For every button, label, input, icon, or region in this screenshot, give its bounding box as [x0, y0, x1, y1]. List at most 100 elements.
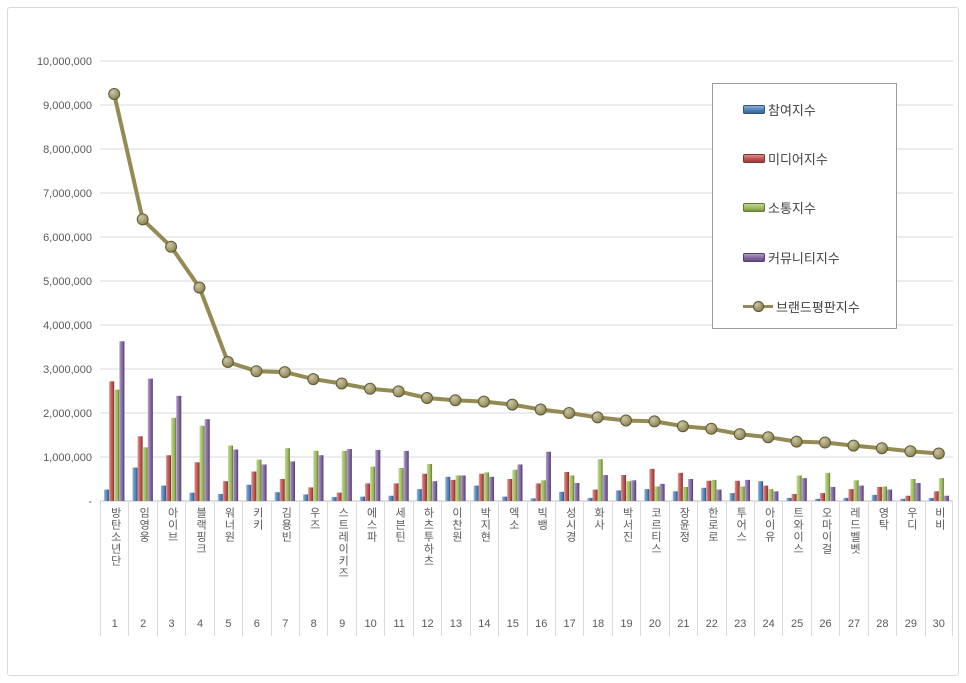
bar	[512, 470, 517, 501]
line-marker	[393, 386, 404, 397]
line-marker	[109, 89, 120, 100]
bar	[541, 480, 546, 501]
bar	[489, 477, 494, 501]
bar	[592, 490, 597, 501]
bar	[773, 491, 778, 501]
bar	[194, 462, 199, 501]
bar	[763, 486, 768, 501]
legend-label: 브랜드평판지수	[776, 297, 860, 316]
bar	[587, 498, 592, 501]
bar	[929, 498, 934, 501]
y-axis-label: 7,000,000	[43, 188, 92, 200]
bar	[318, 455, 323, 501]
legend-item-community: 커뮤니티지수	[743, 247, 840, 267]
legend-box: 참여지수 미디어지수 소통지수 커뮤니티지수 브랜드평판지수	[712, 83, 897, 329]
bar	[114, 390, 119, 501]
bar	[303, 494, 308, 501]
bar	[223, 481, 228, 501]
line-marker	[279, 367, 290, 378]
legend-swatch-line	[743, 301, 773, 312]
y-axis-label: 10,000,000	[37, 56, 92, 68]
y-axis-label: 9,000,000	[43, 100, 92, 112]
bar	[631, 480, 636, 501]
bar	[474, 486, 479, 501]
line-marker	[365, 383, 376, 394]
line-marker	[876, 443, 887, 454]
bar	[119, 341, 124, 501]
bar	[189, 493, 194, 501]
bar	[161, 486, 166, 501]
bar	[228, 446, 233, 501]
bar	[887, 490, 892, 501]
bar	[461, 475, 466, 501]
bar	[404, 451, 409, 501]
bar	[143, 447, 148, 501]
line-marker	[194, 282, 205, 293]
bar	[176, 396, 181, 501]
line-marker	[734, 429, 745, 440]
bar	[417, 489, 422, 501]
bar	[531, 498, 536, 501]
line-marker	[621, 415, 632, 426]
line-marker	[820, 437, 831, 448]
bar	[569, 475, 574, 501]
line-marker	[251, 366, 262, 377]
bar	[740, 486, 745, 501]
bar	[853, 480, 858, 501]
bar	[660, 484, 665, 501]
bar	[745, 480, 750, 501]
y-axis-label: 5,000,000	[43, 276, 92, 288]
bar	[399, 468, 404, 501]
bar	[706, 481, 711, 501]
bar	[843, 498, 848, 501]
bar	[877, 487, 882, 501]
line-marker	[706, 423, 717, 434]
bar	[342, 451, 347, 501]
bar	[109, 381, 114, 501]
line-marker	[763, 432, 774, 443]
bar	[621, 475, 626, 501]
bar	[337, 493, 342, 501]
bar	[432, 481, 437, 501]
line-marker	[507, 399, 518, 410]
bar	[427, 464, 432, 501]
y-axis-label: 6,000,000	[43, 232, 92, 244]
bar	[649, 469, 654, 501]
bar	[290, 461, 295, 501]
bar	[393, 483, 398, 501]
bar	[166, 455, 171, 501]
legend-label: 참여지수	[768, 100, 816, 119]
line-marker	[535, 404, 546, 415]
bar	[802, 478, 807, 501]
bar	[546, 452, 551, 501]
line-marker	[222, 357, 233, 368]
bar	[218, 494, 223, 501]
bar	[171, 418, 176, 501]
bar	[716, 490, 721, 501]
bar	[758, 481, 763, 501]
line-marker	[422, 393, 433, 404]
bar	[132, 468, 137, 501]
bar	[603, 475, 608, 501]
bar	[455, 475, 460, 501]
legend-label: 커뮤니티지수	[768, 248, 840, 267]
bar	[626, 481, 631, 501]
bar	[683, 487, 688, 501]
line-marker	[478, 396, 489, 407]
bar	[261, 464, 266, 501]
bar	[251, 472, 256, 501]
bar	[360, 497, 365, 501]
bar	[598, 459, 603, 501]
bar	[654, 486, 659, 501]
bar	[859, 486, 864, 501]
bar	[678, 473, 683, 501]
bar	[711, 480, 716, 501]
bar	[422, 474, 427, 501]
bar	[388, 496, 393, 501]
bar	[370, 467, 375, 501]
bar	[313, 451, 318, 501]
line-marker	[450, 395, 461, 406]
bar	[445, 477, 450, 501]
bar	[308, 487, 313, 501]
bar	[910, 479, 915, 501]
